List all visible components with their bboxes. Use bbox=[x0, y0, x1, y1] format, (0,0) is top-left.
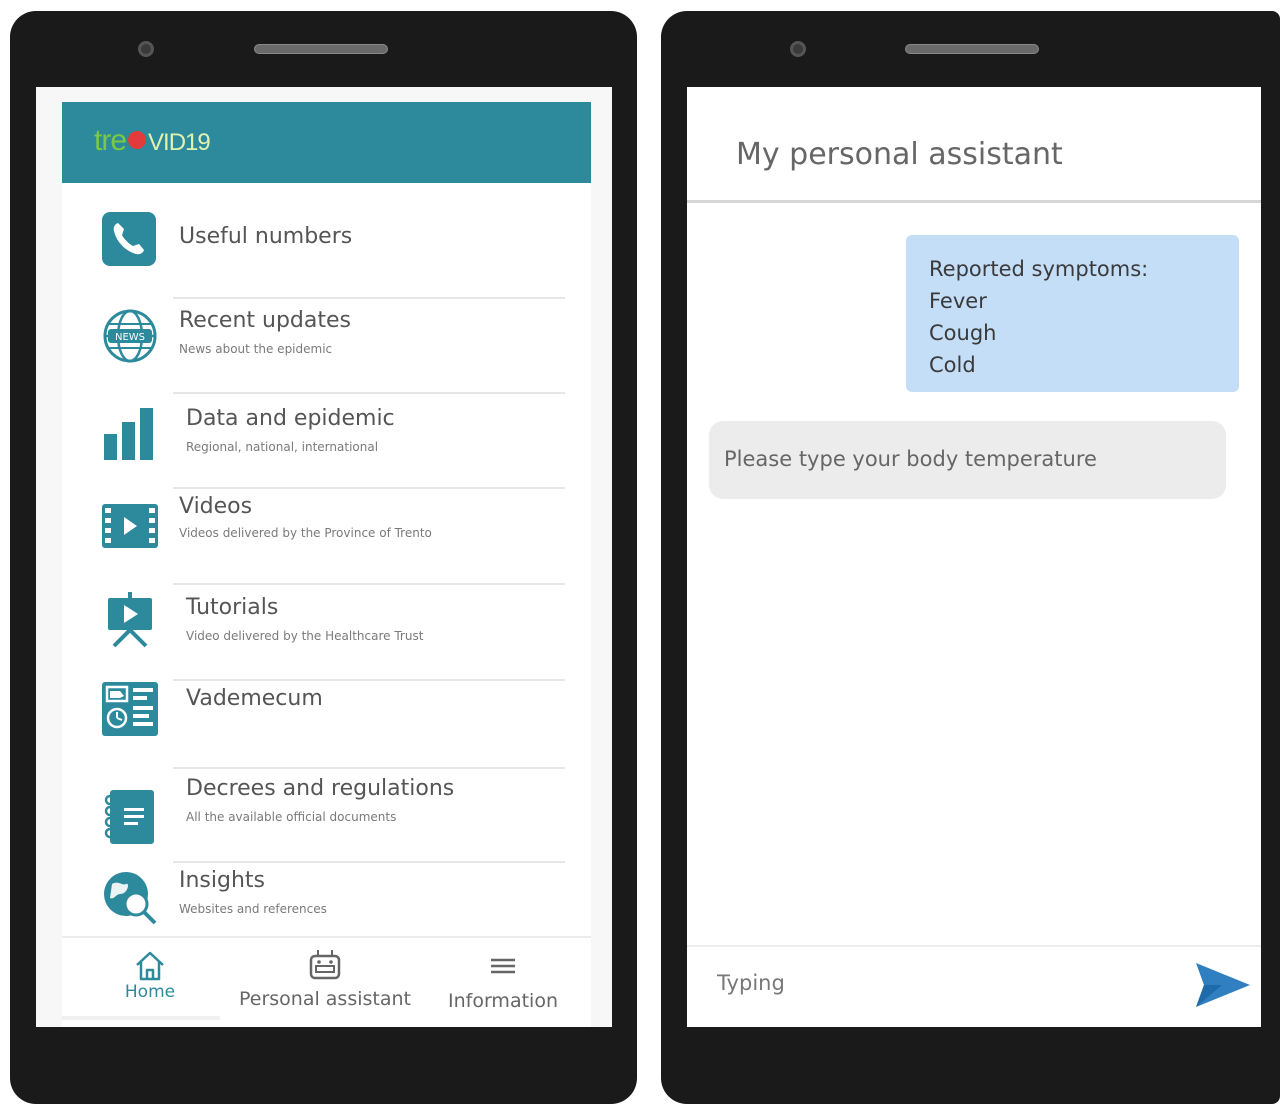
menu-item-data-epidemic[interactable]: Data and epidemic Regional, national, in… bbox=[62, 394, 591, 490]
robot-icon bbox=[309, 950, 341, 980]
notebook-icon bbox=[104, 790, 154, 844]
menu-title: Useful numbers bbox=[179, 224, 353, 249]
menu-item-tutorials[interactable]: Tutorials Video delivered by the Healthc… bbox=[62, 586, 591, 682]
home-icon bbox=[136, 951, 164, 981]
menu-subtitle: Websites and references bbox=[179, 902, 327, 916]
menu-item-videos[interactable]: Videos Videos delivered by the Province … bbox=[62, 490, 591, 586]
message-line: Fever bbox=[929, 289, 987, 313]
logo-text-part2: VID19 bbox=[148, 129, 211, 156]
message-input[interactable] bbox=[717, 965, 1177, 1001]
news-globe-icon: NEWS bbox=[103, 309, 157, 363]
divider bbox=[173, 679, 565, 681]
video-film-icon bbox=[102, 504, 158, 548]
speaker-grille bbox=[905, 44, 1039, 54]
menu-subtitle: Regional, national, international bbox=[186, 440, 379, 454]
menu-subtitle: Video delivered by the Healthcare Trust bbox=[186, 629, 424, 643]
message-input-bar bbox=[687, 945, 1261, 1027]
message-line: Cold bbox=[929, 353, 976, 377]
nav-information-label: Information bbox=[448, 990, 558, 1012]
menu-title: Insights bbox=[179, 868, 266, 893]
bot-message-text: Please type your body temperature bbox=[724, 447, 1097, 471]
message-line: Cough bbox=[929, 321, 997, 345]
nav-personal-assistant[interactable]: Personal assistant bbox=[230, 948, 420, 1010]
bottom-navigation: Home Personal assistant Information bbox=[62, 936, 591, 1027]
hamburger-menu-icon bbox=[491, 958, 515, 974]
nav-assistant-label: Personal assistant bbox=[238, 988, 411, 1010]
message-line: Reported symptoms: bbox=[929, 257, 1149, 281]
menu-title: Decrees and regulations bbox=[186, 776, 455, 801]
menu-title: Vademecum bbox=[186, 686, 323, 711]
user-message-bubble: Reported symptoms: Fever Cough Cold bbox=[906, 235, 1239, 392]
phone-frame-left: tre VID19 Useful numbers NEWS Recent upd… bbox=[10, 11, 637, 1104]
camera-icon bbox=[138, 41, 154, 57]
menu-item-insights[interactable]: Insights Websites and references bbox=[62, 864, 591, 936]
nav-information[interactable]: Information bbox=[440, 952, 566, 1012]
globe-search-icon bbox=[104, 872, 157, 925]
menu-subtitle: All the available official documents bbox=[186, 810, 397, 824]
camera-icon bbox=[790, 41, 806, 57]
menu-item-useful-numbers[interactable]: Useful numbers bbox=[62, 202, 591, 299]
active-tab-indicator bbox=[62, 1016, 220, 1020]
app-header: tre VID19 bbox=[62, 102, 591, 183]
menu-item-vademecum[interactable]: Vademecum bbox=[62, 682, 591, 769]
bot-message-bubble: Please type your body temperature bbox=[709, 421, 1226, 499]
menu-title: Recent updates bbox=[179, 308, 352, 333]
divider bbox=[173, 861, 565, 863]
menu-title: Tutorials bbox=[186, 595, 279, 620]
assistant-screen: My personal assistant Reported symptoms:… bbox=[687, 87, 1261, 1027]
menu-title: Data and epidemic bbox=[186, 406, 395, 431]
menu-subtitle: News about the epidemic bbox=[179, 342, 333, 356]
logo-text-part1: tre bbox=[94, 124, 127, 157]
nav-home-label: Home bbox=[124, 982, 176, 1002]
home-screen: tre VID19 Useful numbers NEWS Recent upd… bbox=[36, 87, 612, 1027]
app-logo: tre VID19 bbox=[94, 124, 211, 158]
header-divider bbox=[687, 200, 1261, 203]
divider bbox=[173, 487, 565, 489]
menu-item-recent-updates[interactable]: NEWS Recent updates News about the epide… bbox=[62, 298, 591, 394]
virus-logo-icon bbox=[128, 131, 147, 149]
svg-text:NEWS: NEWS bbox=[115, 332, 145, 343]
page-title: My personal assistant bbox=[736, 137, 1063, 172]
menu-item-decrees[interactable]: Decrees and regulations All the availabl… bbox=[62, 768, 591, 864]
menu-title: Videos bbox=[179, 494, 253, 519]
phone-icon bbox=[102, 212, 156, 266]
menu-subtitle: Videos delivered by the Province of Tren… bbox=[179, 526, 432, 540]
bar-chart-icon bbox=[104, 408, 153, 460]
send-icon[interactable] bbox=[1192, 959, 1252, 1011]
presentation-board-icon bbox=[108, 592, 152, 648]
nav-home[interactable]: Home bbox=[102, 950, 198, 1002]
speaker-grille bbox=[254, 44, 388, 54]
vademecum-icon bbox=[102, 682, 158, 736]
phone-frame-right: My personal assistant Reported symptoms:… bbox=[661, 11, 1280, 1104]
app-container: tre VID19 Useful numbers NEWS Recent upd… bbox=[62, 102, 591, 1027]
divider bbox=[173, 583, 565, 585]
